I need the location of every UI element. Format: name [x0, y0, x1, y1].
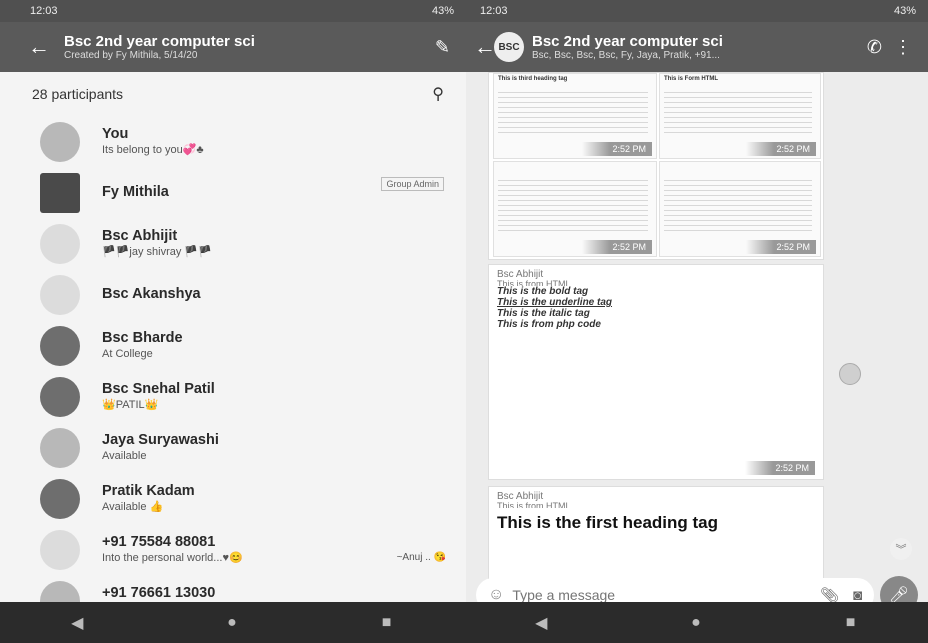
- more-vert-icon[interactable]: ⋮: [888, 37, 918, 58]
- participant-status: Available: [102, 449, 147, 462]
- avatar[interactable]: [40, 274, 80, 315]
- message-composer: ☺ 📎︎ ◙: [476, 578, 874, 602]
- participants-header: 28 participants ⚲: [0, 72, 466, 116]
- image-time: 2:52 PM: [582, 240, 652, 254]
- participant-name: +91 75584 88081: [102, 534, 216, 551]
- pencil-icon[interactable]: ✎: [429, 37, 456, 58]
- group-info-header: ← Bsc 2nd year computer sci Created by F…: [0, 22, 466, 72]
- avatar[interactable]: [40, 529, 80, 570]
- participant-row[interactable]: Pratik Kadam Available 👍: [0, 473, 466, 524]
- message-time: 2:52 PM: [745, 461, 815, 475]
- chevron-down-icon[interactable]: ︾: [890, 538, 912, 560]
- status-time: 12:03: [480, 5, 508, 17]
- emoji-icon[interactable]: ☺: [488, 586, 504, 602]
- participant-name: +91 76661 13030: [102, 585, 216, 602]
- message-input[interactable]: [512, 587, 806, 602]
- participant-row[interactable]: Bsc Akanshya: [0, 269, 466, 320]
- nav-recent-button[interactable]: ■: [821, 614, 881, 632]
- image-thumbnail[interactable]: This is Form HTML 2:52 PM: [659, 73, 821, 159]
- participant-row[interactable]: Bsc Abhijit 🏴🏴jay shivray 🏴🏴: [0, 218, 466, 269]
- nav-back-button[interactable]: ◀: [511, 613, 571, 633]
- avatar[interactable]: [40, 427, 80, 468]
- participant-status: Available 👍: [102, 500, 164, 513]
- forward-icon[interactable]: [839, 363, 861, 385]
- participant-row[interactable]: Jaya Suryawashi Available: [0, 422, 466, 473]
- chat-members: Bsc, Bsc, Bsc, Bsc, Fy, Jaya, Pratik, +9…: [532, 49, 720, 61]
- participant-row[interactable]: You Its belong to you💞♣: [0, 116, 466, 167]
- participant-status: Its belong to you💞♣: [102, 143, 204, 156]
- participant-name: Bsc Akanshya: [102, 285, 201, 302]
- admin-badge: Group Admin: [381, 177, 444, 191]
- heading-text: This is the first heading tag: [497, 513, 719, 532]
- add-call-icon[interactable]: ✆: [861, 37, 888, 58]
- group-title: Bsc 2nd year computer sci: [64, 32, 255, 50]
- participants-list: You Its belong to you💞♣ Fy Mithila Group Ad…: [0, 116, 466, 602]
- group-avatar[interactable]: BSC: [494, 32, 524, 62]
- avatar[interactable]: [40, 580, 80, 602]
- arrow-left-icon[interactable]: ←: [28, 34, 64, 60]
- message-list: This is third heading tag 2:52 PM This i…: [466, 72, 928, 602]
- search-icon[interactable]: ⚲: [432, 84, 444, 104]
- participant-pushname: ~Anuj .. 😘: [396, 552, 446, 563]
- participant-status: At College: [102, 347, 153, 360]
- image-time: 2:52 PM: [746, 142, 816, 156]
- avatar[interactable]: [40, 478, 80, 519]
- participant-status: 🏴🏴jay shivray 🏴🏴: [102, 245, 212, 258]
- participant-name: Pratik Kadam: [102, 483, 195, 500]
- participant-name: Bsc Snehal Patil: [102, 381, 215, 398]
- status-bar: 12:03 43%: [466, 0, 928, 22]
- participant-status: 👑PATIL👑: [102, 398, 159, 411]
- nav-home-button[interactable]: ●: [202, 614, 262, 632]
- status-battery: 43%: [431, 5, 454, 17]
- code-line: This is the bold tag: [497, 286, 589, 297]
- avatar[interactable]: [40, 223, 80, 264]
- participant-name: Bsc Bharde: [102, 330, 183, 347]
- arrow-left-icon[interactable]: ←: [474, 34, 496, 60]
- image-thumbnail[interactable]: 2:52 PM: [659, 161, 821, 257]
- sender-name: Bsc Abhijit: [497, 491, 544, 502]
- participant-name: Bsc Abhijit: [102, 228, 178, 245]
- image-message-bubble[interactable]: Bsc Abhijit This is from HTML This is th…: [488, 486, 824, 586]
- avatar[interactable]: [40, 325, 80, 366]
- code-line: This is the underline tag: [497, 297, 613, 308]
- participants-count: 28 participants: [32, 86, 124, 102]
- camera-icon[interactable]: ◙: [853, 587, 862, 603]
- chat-header[interactable]: ← BSC Bsc 2nd year computer sci Bsc, Bsc…: [466, 22, 928, 72]
- code-line: This is the italic tag: [497, 308, 590, 319]
- avatar[interactable]: [40, 172, 80, 213]
- status-bar: 12:03 43%: [0, 0, 466, 22]
- image-message-bubble[interactable]: Bsc Abhijit This is from HTML This is th…: [488, 264, 824, 480]
- participant-row[interactable]: +91 76661 13030❤ViSHU❤~꧁❤VISHU GURAV❤꧂: [0, 575, 466, 602]
- avatar[interactable]: [40, 121, 80, 162]
- nav-home-button[interactable]: ●: [666, 614, 726, 632]
- group-created-by: Created by Fy Mithila, 5/14/20: [64, 49, 198, 61]
- participant-row[interactable]: Bsc Snehal Patil 👑PATIL👑: [0, 371, 466, 422]
- attach-icon[interactable]: 📎︎: [820, 586, 839, 602]
- status-battery: 43%: [893, 5, 916, 17]
- avatar[interactable]: [40, 376, 80, 417]
- image-time: 2:52 PM: [582, 142, 652, 156]
- chat-pane: 12:03 43% ← BSC Bsc 2nd year computer sc…: [466, 0, 928, 602]
- participant-name: You: [102, 126, 129, 143]
- code-line: This is from php code: [497, 319, 601, 330]
- system-nav-bar: ◀ ● ■ ◀ ● ■: [0, 602, 928, 643]
- group-info-pane: 12:03 43% ← Bsc 2nd year computer sci Cr…: [0, 0, 466, 602]
- nav-back-button[interactable]: ◀: [47, 613, 107, 633]
- status-time: 12:03: [30, 5, 58, 17]
- participant-row[interactable]: +91 75584 88081 Into the personal world..…: [0, 524, 466, 575]
- nav-recent-button[interactable]: ■: [357, 614, 417, 632]
- sender-name: Bsc Abhijit: [497, 269, 544, 280]
- image-thumbnail[interactable]: 2:52 PM: [493, 161, 657, 257]
- image-time: 2:52 PM: [746, 240, 816, 254]
- image-thumbnail[interactable]: This is third heading tag 2:52 PM: [493, 73, 657, 159]
- participant-status: Into the personal world...♥😊: [102, 551, 243, 564]
- chat-title: Bsc 2nd year computer sci: [532, 32, 723, 50]
- image-album-bubble[interactable]: This is third heading tag 2:52 PM This i…: [488, 72, 824, 260]
- participant-name: Jaya Suryawashi: [102, 432, 219, 449]
- participant-row[interactable]: Fy Mithila Group Admin: [0, 167, 466, 218]
- participant-row[interactable]: Bsc Bharde At College: [0, 320, 466, 371]
